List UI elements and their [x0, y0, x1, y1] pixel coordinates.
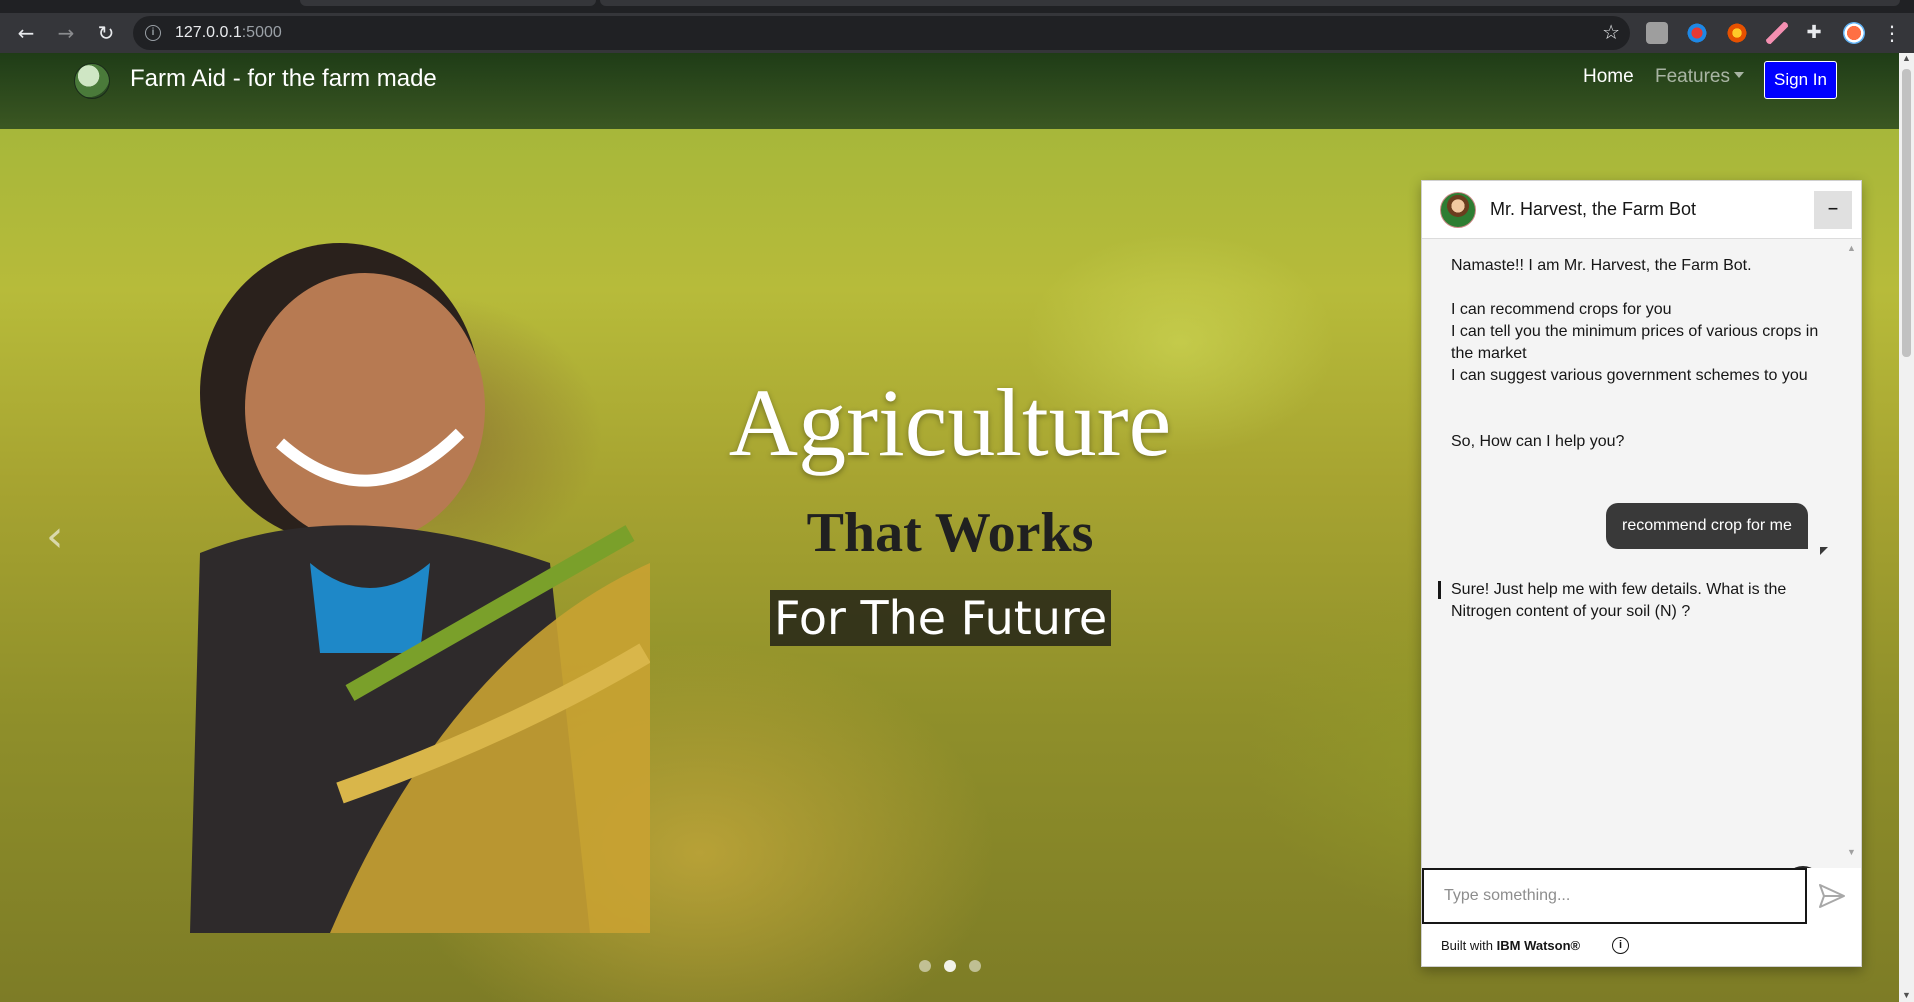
nav-link-home[interactable]: Home [1583, 66, 1634, 88]
bot-reply-message: Sure! Just help me with few details. Wha… [1451, 581, 1787, 620]
url-text[interactable]: 127.0.0.1:5000 [175, 24, 282, 42]
chat-title: Mr. Harvest, the Farm Bot [1490, 199, 1697, 219]
scrollbar-thumb[interactable] [1902, 69, 1911, 357]
site-info-icon[interactable]: i [145, 25, 161, 41]
extensions-puzzle-icon[interactable]: ✚ [1800, 19, 1828, 47]
carousel-indicator[interactable] [944, 960, 956, 972]
extension-icon[interactable] [1766, 22, 1788, 44]
chat-input-area [1422, 868, 1861, 926]
page-scrollbar[interactable]: ▲ ▼ [1899, 53, 1914, 1002]
extension-icon[interactable] [1686, 22, 1708, 44]
capability-item: I can tell you the minimum prices of var… [1451, 323, 1819, 362]
url-port: :5000 [241, 24, 282, 41]
carousel-indicator[interactable] [969, 960, 981, 972]
scroll-up-icon[interactable]: ▲ [1902, 53, 1911, 63]
address-bar[interactable]: i 127.0.0.1:5000 ☆ [133, 16, 1630, 50]
built-with-brand: IBM Watson® [1496, 938, 1581, 953]
bot-avatar [1440, 192, 1476, 228]
hero-tagline: For The Future [770, 590, 1112, 646]
browser-tab-strip [0, 0, 1914, 13]
browser-tab[interactable] [300, 0, 596, 6]
sign-in-button[interactable]: Sign In [1764, 61, 1837, 99]
chat-footer: Built with IBM Watson® i [1422, 926, 1861, 966]
kebab-menu-icon[interactable]: ⋮ [1878, 19, 1906, 47]
messages-scroll-up-icon[interactable]: ▲ [1847, 243, 1856, 253]
scroll-down-icon[interactable]: ▼ [1902, 990, 1911, 1000]
info-icon[interactable]: i [1612, 937, 1629, 954]
site-navbar: Farm Aid - for the farm made Home Featur… [0, 53, 1899, 129]
caret-down-icon [1733, 72, 1744, 78]
capability-item: I can recommend crops for you [1451, 301, 1672, 318]
built-with-prefix: Built with [1441, 938, 1497, 953]
user-message-bubble: recommend crop for me [1606, 503, 1808, 549]
minimize-button[interactable]: – [1814, 191, 1852, 229]
built-with-text: Built with IBM Watson® [1441, 938, 1580, 953]
user-message-tail [1820, 547, 1828, 555]
bookmark-star-icon[interactable]: ☆ [1602, 20, 1620, 44]
forward-arrow-icon[interactable]: → [52, 19, 80, 47]
chat-messages[interactable]: ▲ Namaste!! I am Mr. Harvest, the Farm B… [1422, 239, 1861, 906]
carousel-indicator[interactable] [919, 960, 931, 972]
carousel-prev-icon[interactable]: ‹ [46, 511, 64, 562]
welcome-greeting: Namaste!! I am Mr. Harvest, the Farm Bot… [1451, 257, 1752, 274]
brand-name[interactable]: Farm Aid - for the farm made [130, 65, 437, 93]
hero-subtitle: That Works [806, 502, 1094, 564]
browser-toolbar: ← → ↻ i 127.0.0.1:5000 ☆ ✚ ⋮ [0, 13, 1914, 53]
bot-reply-indicator [1438, 581, 1441, 599]
hero-title: Agriculture [728, 369, 1172, 476]
chat-header: Mr. Harvest, the Farm Bot – [1422, 181, 1861, 239]
extension-icon[interactable] [1646, 22, 1668, 44]
nav-features-label: Features [1655, 66, 1730, 87]
send-icon[interactable] [1817, 882, 1847, 910]
bot-welcome-message: Namaste!! I am Mr. Harvest, the Farm Bot… [1451, 255, 1821, 453]
profile-avatar-icon[interactable] [1843, 22, 1865, 44]
extension-icon[interactable] [1726, 22, 1748, 44]
hero-farmer-image [190, 243, 650, 933]
back-arrow-icon[interactable]: ← [12, 19, 40, 47]
welcome-question: So, How can I help you? [1451, 433, 1625, 450]
browser-tab[interactable] [600, 0, 1900, 6]
reload-icon[interactable]: ↻ [92, 19, 120, 47]
chat-message-input[interactable] [1422, 868, 1807, 924]
capability-item: I can suggest various government schemes… [1451, 367, 1808, 384]
nav-link-features[interactable]: Features [1655, 66, 1744, 88]
url-host: 127.0.0.1 [175, 24, 242, 41]
messages-scroll-down-icon[interactable]: ▼ [1847, 847, 1856, 857]
brand-logo[interactable] [74, 63, 110, 99]
chat-widget: Mr. Harvest, the Farm Bot – ▲ Namaste!! … [1421, 180, 1862, 967]
